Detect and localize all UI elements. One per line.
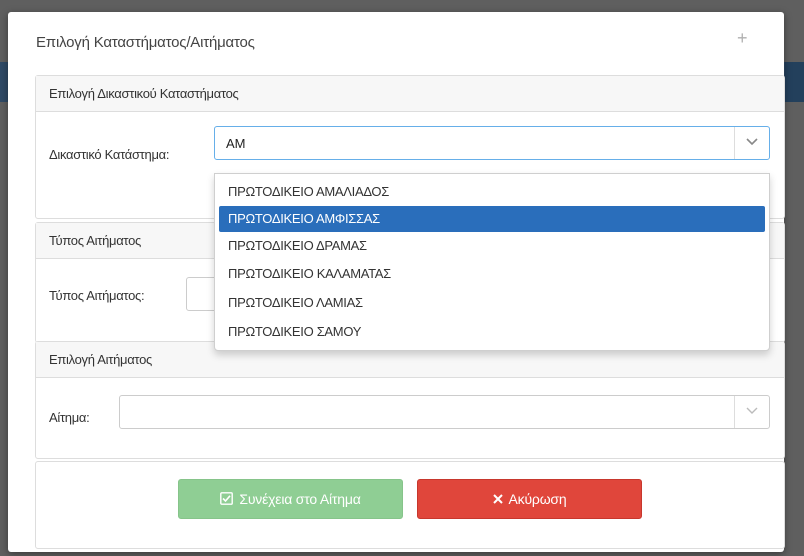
dropdown-option[interactable]: ΠΡΩΤΟΔΙΚΕΙΟ ΚΑΛΑΜΑΤΑΣ — [219, 261, 765, 287]
modal-header: Επιλογή Καταστήματος/Αιτήματος + — [8, 12, 784, 72]
actions-panel — [35, 461, 785, 549]
dropdown-option[interactable]: ΠΡΩΤΟΔΙΚΕΙΟ ΑΜΑΛΙΑΔΟΣ — [219, 179, 765, 205]
cancel-button-label[interactable]: Ακύρωση — [509, 491, 567, 507]
dropdown-option[interactable]: ΠΡΩΤΟΔΙΚΕΙΟ ΣΑΜΟΥ — [219, 319, 765, 345]
modal-title: Επιλογή Καταστήματος/Αιτήματος — [36, 34, 255, 51]
dropdown-option[interactable]: ΠΡΩΤΟΔΙΚΕΙΟ ΔΡΑΜΑΣ — [219, 233, 765, 259]
type-field-label: Τύπος Αιτήματος: — [49, 288, 145, 303]
close-icon[interactable]: + — [737, 28, 748, 48]
background-header-edge — [785, 62, 804, 102]
x-icon — [492, 480, 503, 518]
request-select[interactable] — [119, 395, 770, 429]
dropdown-option[interactable]: ΠΡΩΤΟΔΙΚΕΙΟ ΛΑΜΙΑΣ — [219, 290, 765, 316]
dropdown-option-highlighted[interactable]: ΠΡΩΤΟΔΙΚΕΙΟ ΑΜΦΙΣΣΑΣ — [219, 206, 765, 232]
store-dropdown-list: ΠΡΩΤΟΔΙΚΕΙΟ ΑΜΑΛΙΑΔΟΣ ΠΡΩΤΟΔΙΚΕΙΟ ΑΜΦΙΣΣ… — [214, 173, 770, 351]
store-field-label: Δικαστικό Κατάστημα: — [49, 147, 170, 162]
cancel-button[interactable]: Ακύρωση — [417, 479, 642, 519]
continue-button[interactable]: Συνέχεια στο Αίτημα — [178, 479, 403, 519]
request-field-label: Αίτημα: — [49, 410, 90, 425]
store-panel-heading: Επιλογή Δικαστικού Καταστήματος — [36, 76, 784, 112]
store-select-value[interactable]: ΑΜ — [226, 136, 246, 151]
checkbox-icon — [220, 480, 234, 518]
continue-button-label[interactable]: Συνέχεια στο Αίτημα — [239, 491, 360, 507]
chevron-down-icon[interactable] — [734, 396, 769, 428]
chevron-down-icon[interactable] — [734, 127, 769, 159]
store-select[interactable]: ΑΜ — [214, 126, 770, 160]
